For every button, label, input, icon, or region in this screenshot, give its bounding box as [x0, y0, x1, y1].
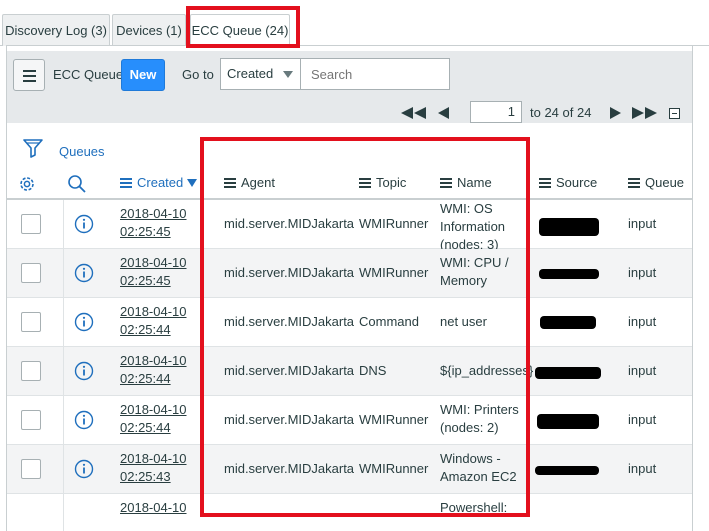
info-icon[interactable] — [74, 459, 94, 479]
info-icon[interactable] — [74, 263, 94, 283]
redacted-source — [535, 466, 599, 475]
column-label: Queue — [645, 175, 685, 190]
list-toolbar: ECC Queue New Go to Created 1 to 24 of 2… — [7, 51, 692, 123]
created-date-link[interactable]: 2018-04-10 02:25:45 — [120, 254, 187, 290]
created-date-link[interactable]: 2018-04-10 02:25:44 — [120, 303, 187, 339]
column-header-queue[interactable]: Queue — [628, 168, 684, 198]
date-text: 2018-04-10 — [120, 304, 187, 319]
date-text: 2018-04-10 — [120, 500, 187, 515]
goto-label: Go to — [182, 67, 214, 82]
info-icon[interactable] — [74, 214, 94, 234]
tab-devices[interactable]: Devices (1) — [112, 14, 186, 46]
created-date-link[interactable]: 2018-04-10 02:25:45 — [120, 205, 187, 241]
row-checkbox[interactable] — [21, 263, 41, 283]
column-label: Created — [137, 175, 184, 190]
queue-cell: input — [628, 216, 657, 231]
search-icon[interactable] — [67, 174, 87, 194]
redacted-source — [537, 414, 599, 429]
goto-field-value: Created — [227, 66, 274, 81]
created-date-link[interactable]: 2018-04-10 02:25:43 — [120, 450, 187, 486]
redacted-source — [535, 367, 601, 379]
date-text: 2018-04-10 — [120, 451, 187, 466]
time-text: 02:25:45 — [120, 273, 171, 288]
last-page-icon[interactable] — [632, 107, 658, 119]
list-title: ECC Queue — [53, 67, 124, 82]
column-menu-icon[interactable] — [628, 178, 640, 188]
info-icon[interactable] — [74, 312, 94, 332]
info-icon[interactable] — [74, 361, 94, 381]
column-divider — [63, 298, 64, 347]
time-text: 02:25:45 — [120, 224, 171, 239]
row-checkbox[interactable] — [21, 214, 41, 234]
previous-page-icon[interactable] — [438, 107, 450, 119]
breadcrumb-queues[interactable]: Queues — [59, 144, 105, 159]
tab-bar: Discovery Log (3) Devices (1) ECC Queue … — [0, 14, 709, 47]
page-number-input[interactable]: 1 — [470, 101, 522, 123]
time-text: 02:25:44 — [120, 371, 171, 386]
search-input[interactable] — [300, 58, 450, 90]
next-page-icon[interactable] — [609, 107, 621, 119]
date-text: 2018-04-10 — [120, 402, 187, 417]
sort-descending-icon — [187, 179, 198, 187]
first-page-icon[interactable] — [401, 107, 427, 119]
queue-cell: input — [628, 412, 657, 427]
row-checkbox[interactable] — [21, 361, 41, 381]
filter-icon[interactable] — [23, 138, 43, 158]
column-header-source[interactable]: Source — [539, 168, 597, 198]
column-menu-icon[interactable] — [120, 178, 132, 188]
column-menu-icon[interactable] — [539, 178, 551, 188]
page-range-text: to 24 of 24 — [530, 105, 592, 120]
time-text: 02:25:44 — [120, 420, 171, 435]
created-date-link[interactable]: 2018-04-10 02:25:44 — [120, 352, 187, 388]
chevron-down-icon — [283, 71, 293, 78]
goto-field-select[interactable]: Created — [220, 58, 301, 90]
created-date-link[interactable]: 2018-04-10 — [120, 499, 187, 517]
column-divider — [63, 347, 64, 396]
queue-cell: input — [628, 461, 657, 476]
info-icon[interactable] — [74, 410, 94, 430]
row-checkbox[interactable] — [21, 459, 41, 479]
column-divider — [63, 494, 64, 531]
queue-cell: input — [628, 265, 657, 280]
row-checkbox[interactable] — [21, 410, 41, 430]
redacted-source — [540, 316, 596, 329]
date-text: 2018-04-10 — [120, 206, 187, 221]
redacted-source — [539, 218, 599, 236]
column-label: Source — [556, 175, 598, 190]
time-text: 02:25:43 — [120, 469, 171, 484]
row-checkbox[interactable] — [21, 312, 41, 332]
date-text: 2018-04-10 — [120, 255, 187, 270]
new-button[interactable]: New — [121, 59, 165, 91]
highlight-box-tab — [186, 6, 300, 48]
redacted-source — [539, 269, 599, 279]
column-header-created[interactable]: Created — [120, 168, 198, 198]
time-text: 02:25:44 — [120, 322, 171, 337]
date-text: 2018-04-10 — [120, 353, 187, 368]
column-divider — [63, 249, 64, 298]
column-divider — [63, 445, 64, 494]
column-divider — [63, 396, 64, 445]
column-divider — [63, 200, 64, 249]
gear-icon[interactable] — [17, 174, 37, 194]
tab-discovery-log[interactable]: Discovery Log (3) — [2, 14, 110, 46]
highlight-box-columns — [200, 137, 530, 517]
queue-cell: input — [628, 363, 657, 378]
queue-cell: input — [628, 314, 657, 329]
created-date-link[interactable]: 2018-04-10 02:25:44 — [120, 401, 187, 437]
collapse-icon[interactable] — [669, 108, 680, 119]
list-menu-button[interactable] — [13, 59, 45, 91]
